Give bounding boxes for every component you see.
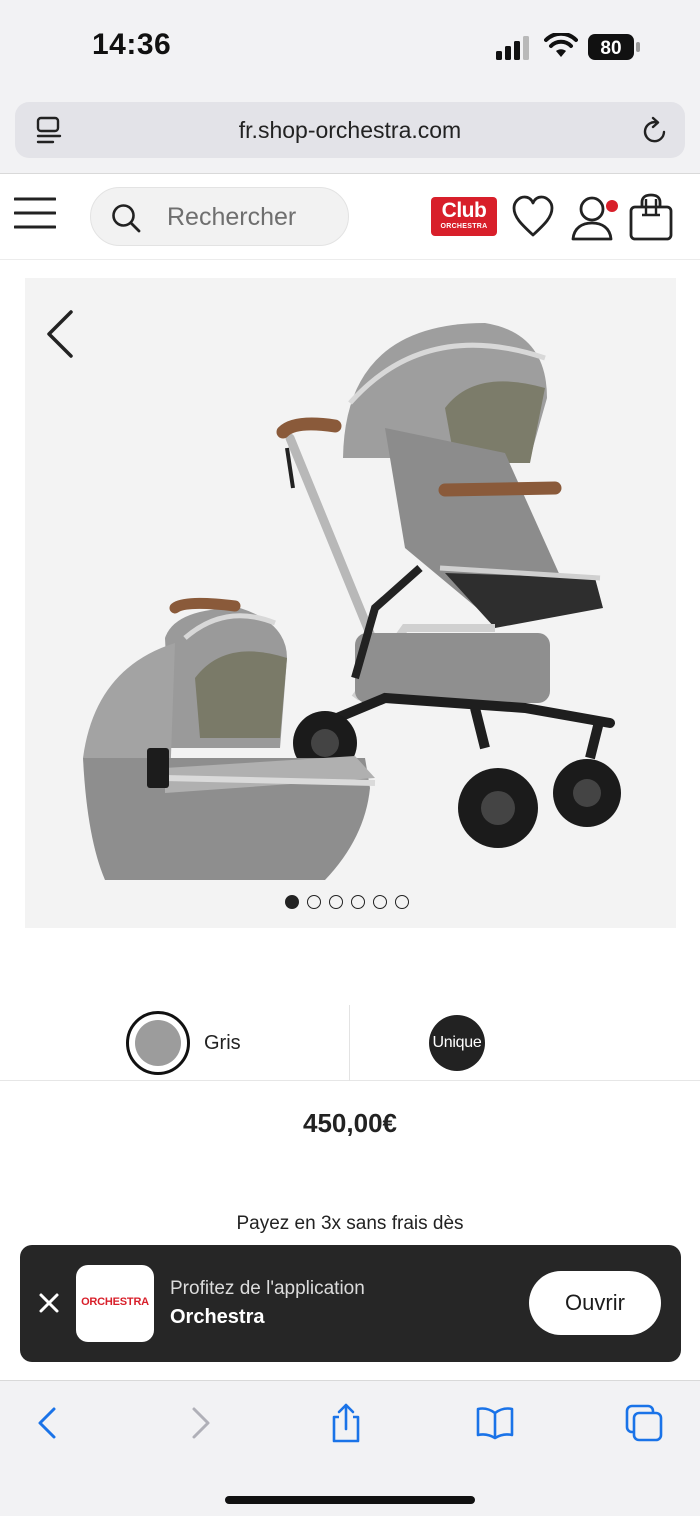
color-label: Gris: [204, 1032, 241, 1054]
close-icon[interactable]: [38, 1289, 60, 1315]
app-install-banner: ORCHESTRA Profitez de l'application Orch…: [20, 1245, 681, 1362]
search-input[interactable]: Rechercher: [90, 187, 349, 246]
site-header: Rechercher Club ORCHESTRA: [0, 175, 700, 260]
battery-icon: 80: [588, 34, 640, 60]
app-logo-text: ORCHESTRA: [81, 1296, 149, 1308]
banner-title: Orchestra: [170, 1306, 265, 1328]
search-placeholder: Rechercher: [167, 203, 297, 231]
carousel-dot[interactable]: [285, 895, 299, 909]
notification-dot: [606, 200, 618, 212]
search-icon: [112, 204, 141, 233]
variant-selector: Gris Unique: [0, 1005, 700, 1081]
browser-toolbar: fr.shop-orchestra.com: [0, 96, 700, 174]
tabs-icon[interactable]: [624, 1403, 664, 1443]
club-logo-main: Club: [441, 199, 487, 222]
back-arrow-icon[interactable]: [41, 308, 81, 360]
url-text[interactable]: fr.shop-orchestra.com: [15, 117, 685, 144]
status-time: 14:36: [92, 28, 172, 61]
carousel-pagination: [285, 895, 425, 911]
carousel-dot[interactable]: [373, 895, 387, 909]
color-swatch-gris[interactable]: [126, 1011, 190, 1075]
club-logo-sub: ORCHESTRA: [440, 223, 488, 230]
share-icon[interactable]: [326, 1403, 366, 1443]
back-icon[interactable]: [28, 1403, 68, 1443]
product-price: 450,00€: [303, 1108, 397, 1138]
carousel-dot[interactable]: [351, 895, 365, 909]
banner-subtitle: Profitez de l'application: [170, 1278, 365, 1299]
carousel-dot[interactable]: [329, 895, 343, 909]
reload-icon[interactable]: [641, 116, 669, 146]
product-image-carousel[interactable]: [25, 278, 676, 928]
address-bar[interactable]: fr.shop-orchestra.com: [15, 102, 685, 158]
forward-icon[interactable]: [180, 1403, 220, 1443]
status-bar: 14:36 80: [0, 0, 700, 96]
open-app-button[interactable]: Ouvrir: [529, 1271, 661, 1335]
shopping-bag-icon[interactable]: [628, 193, 674, 241]
wishlist-heart-icon[interactable]: [512, 195, 554, 239]
carousel-dot[interactable]: [395, 895, 409, 909]
browser-bottom-toolbar: [0, 1380, 700, 1516]
size-option-unique[interactable]: Unique: [429, 1015, 485, 1071]
installments-text: Payez en 3x sans frais dès: [236, 1213, 464, 1234]
orchestra-app-logo: ORCHESTRA: [76, 1265, 154, 1342]
color-swatch-fill: [135, 1020, 181, 1066]
cellular-signal-icon: [496, 36, 529, 60]
variant-divider: [349, 1005, 350, 1081]
battery-level: 80: [600, 38, 621, 59]
club-orchestra-logo[interactable]: Club ORCHESTRA: [431, 197, 497, 236]
home-indicator: [225, 1496, 475, 1504]
account-user-icon[interactable]: [570, 193, 622, 241]
wifi-icon: [544, 33, 578, 57]
bookmarks-icon[interactable]: [475, 1403, 515, 1443]
stroller-product-image: [83, 323, 621, 880]
carousel-dot[interactable]: [307, 895, 321, 909]
hamburger-menu-icon[interactable]: [14, 195, 56, 231]
